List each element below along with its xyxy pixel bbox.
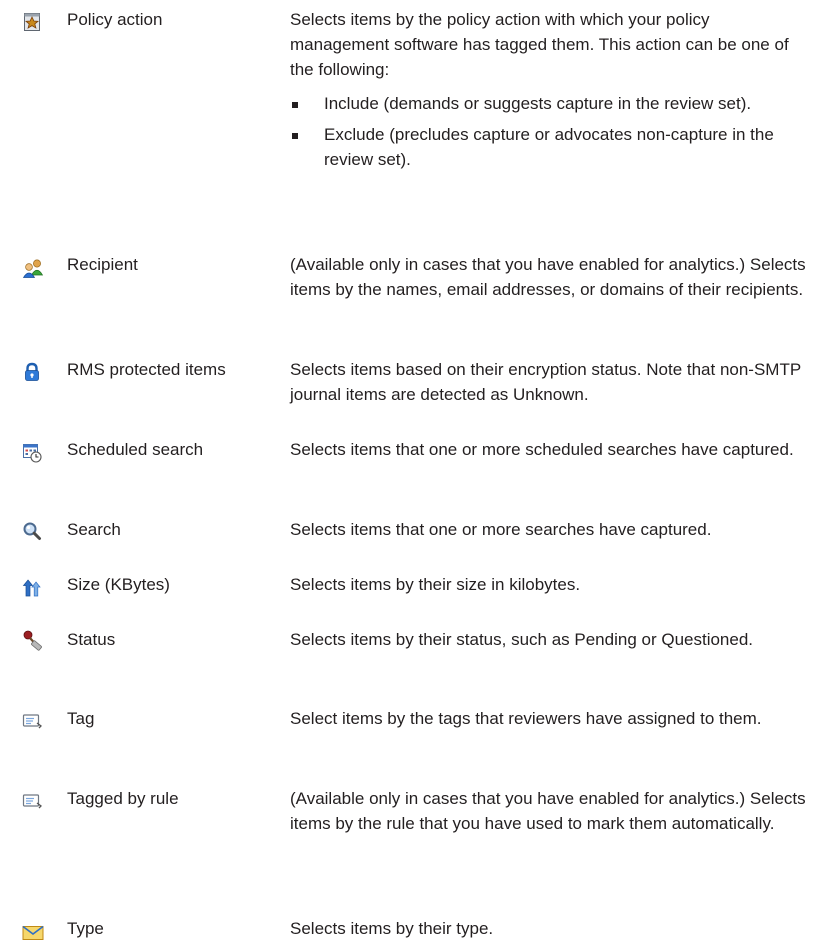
criterion-name: Tag xyxy=(67,709,95,728)
criterion-description: Select items by the tags that reviewers … xyxy=(290,706,810,731)
criterion-description: Selects items based on their encryption … xyxy=(290,357,810,407)
criterion-name: Recipient xyxy=(67,255,138,274)
description-text: Selects items by their status, such as P… xyxy=(290,630,754,649)
description-text: Selects items by their type. xyxy=(290,919,494,938)
criterion-description: (Available only in cases that you have e… xyxy=(290,786,810,836)
description-text: Select items by the tags that reviewers … xyxy=(290,709,762,728)
description-text: Selects items based on their encryption … xyxy=(290,360,801,404)
envelope-icon xyxy=(22,925,44,945)
description-text: Selects items that one or more scheduled… xyxy=(290,440,794,459)
list-item: Include (demands or suggests capture in … xyxy=(290,91,810,116)
criterion-name: Search xyxy=(67,520,121,539)
criterion-name: Size (KBytes) xyxy=(67,575,170,594)
bullet-list: Include (demands or suggests capture in … xyxy=(290,91,810,172)
description-text: Selects items that one or more searches … xyxy=(290,520,712,539)
criterion-name: Tagged by rule xyxy=(67,789,179,808)
policy-star-icon xyxy=(22,12,42,32)
rms-lock-icon xyxy=(22,362,42,382)
scheduled-search-calendar-clock-icon xyxy=(22,443,42,463)
status-stamp-icon xyxy=(22,630,42,651)
tag-icon xyxy=(22,712,42,732)
description-text: Selects items by the policy action with … xyxy=(290,10,789,79)
criterion-name: Policy action xyxy=(67,10,163,29)
criterion-description: Selects items by the policy action with … xyxy=(290,7,810,178)
criterion-description: Selects items that one or more searches … xyxy=(290,517,810,542)
size-arrows-icon xyxy=(22,578,42,598)
criterion-description: Selects items that one or more scheduled… xyxy=(290,437,810,462)
tag-rule-icon xyxy=(22,792,42,812)
criterion-description: Selects items by their status, such as P… xyxy=(290,627,810,652)
criterion-description: Selects items by their type. xyxy=(290,916,810,941)
criterion-description: Selects items by their size in kilobytes… xyxy=(290,572,810,597)
magnifier-icon xyxy=(22,521,42,541)
criterion-name: Type xyxy=(67,919,104,938)
recipients-people-icon xyxy=(22,258,44,278)
description-text: (Available only in cases that you have e… xyxy=(290,255,806,299)
description-text: Selects items by their size in kilobytes… xyxy=(290,575,581,594)
criterion-name: RMS protected items xyxy=(67,360,226,379)
description-text: (Available only in cases that you have e… xyxy=(290,789,806,833)
criterion-name: Status xyxy=(67,630,116,649)
list-item: Exclude (precludes capture or advocates … xyxy=(290,122,810,172)
criterion-name: Scheduled search xyxy=(67,440,204,459)
criterion-description: (Available only in cases that you have e… xyxy=(290,252,810,302)
